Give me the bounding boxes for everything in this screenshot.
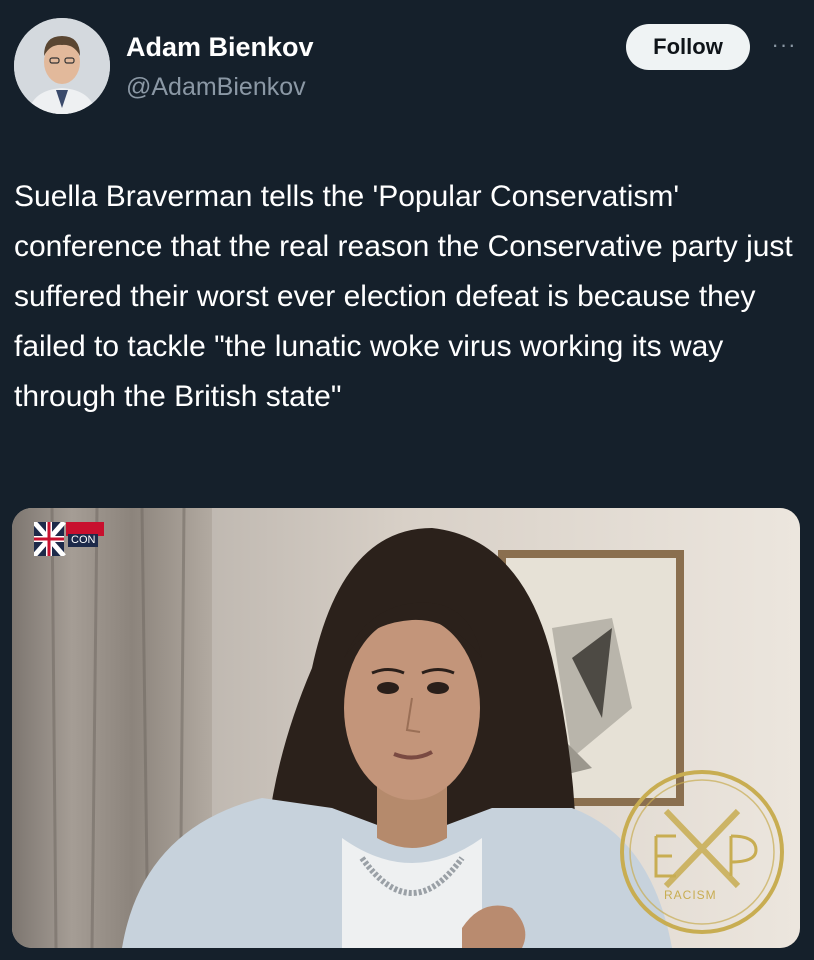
avatar-image: [14, 18, 110, 114]
author-avatar[interactable]: [14, 18, 110, 114]
follow-button[interactable]: Follow: [626, 24, 750, 70]
author-name[interactable]: Adam Bienkov: [126, 32, 314, 63]
tweet-header: Adam Bienkov @AdamBienkov Follow ···: [0, 0, 814, 130]
popcon-logo-text: CON: [68, 534, 99, 547]
tweet-media[interactable]: CON RACISM: [12, 508, 800, 948]
watermark-text: RACISM: [664, 888, 717, 902]
more-options-icon[interactable]: ···: [764, 30, 804, 60]
author-handle[interactable]: @AdamBienkov: [126, 73, 306, 102]
tweet-text: Suella Braverman tells the 'Popular Cons…: [14, 180, 793, 413]
watermark-logo: [620, 770, 784, 934]
